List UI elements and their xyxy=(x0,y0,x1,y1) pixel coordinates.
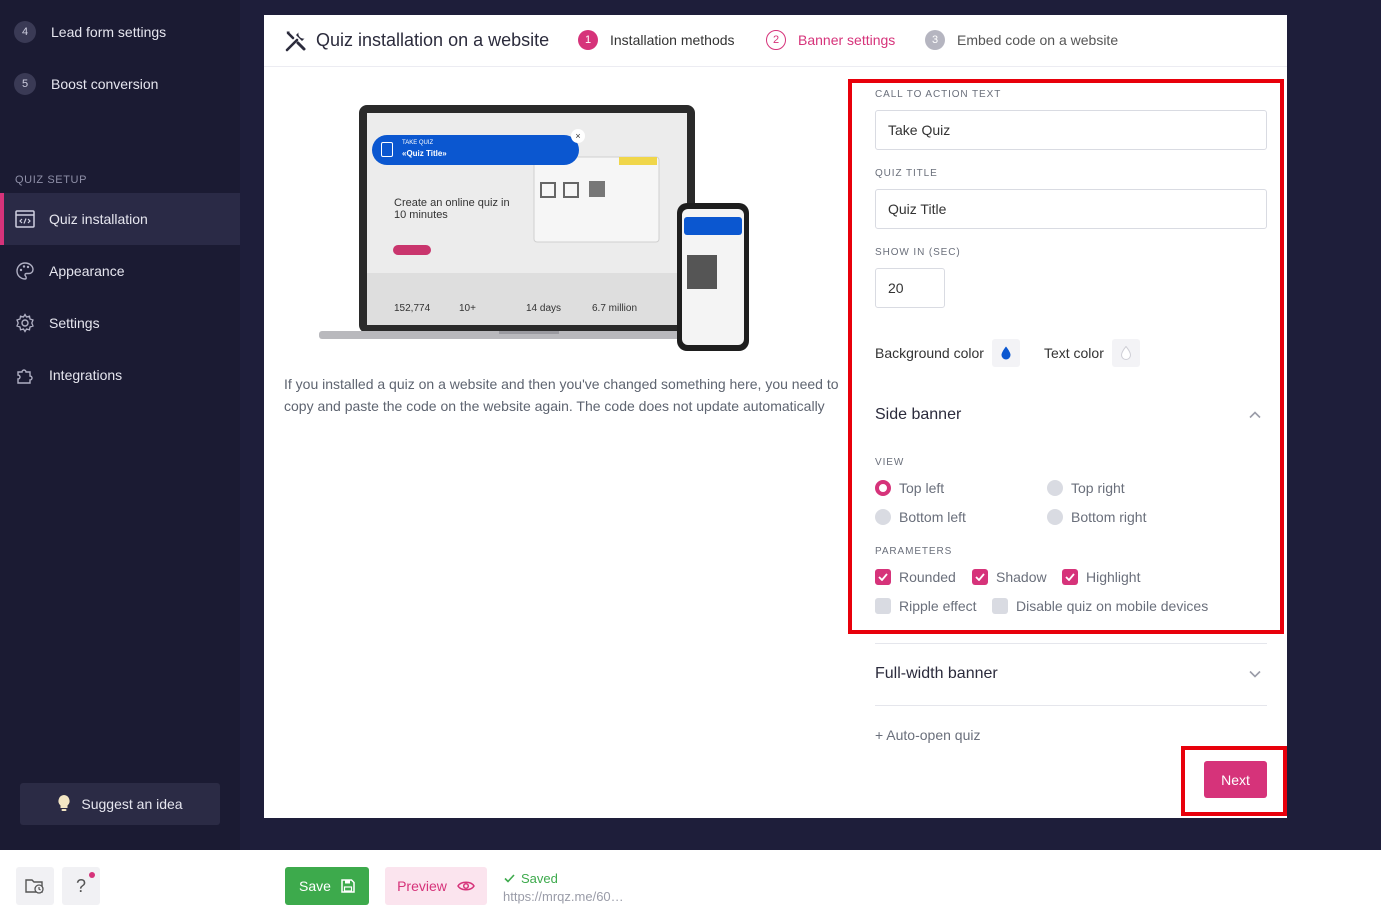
step-label: Banner settings xyxy=(798,32,896,48)
sidebar-item-appearance[interactable]: Appearance xyxy=(0,245,240,297)
gear-icon xyxy=(15,313,35,333)
bottom-bar: ? Save Preview Saved https://mrqz.me/60… xyxy=(0,850,1381,906)
sidebar: 4 Lead form settings 5 Boost conversion … xyxy=(0,0,240,850)
sidebar-section-label: QUIZ SETUP xyxy=(15,174,88,186)
step-installation-methods[interactable]: 1 Installation methods xyxy=(578,30,735,50)
preview-banner-title: «Quiz Title» xyxy=(402,149,447,158)
step-number: 1 xyxy=(578,30,598,50)
main-card: Quiz installation on a website 1 Install… xyxy=(264,15,1287,818)
palette-icon xyxy=(15,261,35,281)
preview-stat: 10+ xyxy=(459,303,476,314)
auto-open-quiz-link[interactable]: + Auto-open quiz xyxy=(875,727,980,743)
puzzle-icon xyxy=(15,365,35,385)
floppy-disk-icon xyxy=(341,879,355,893)
code-window-icon xyxy=(15,209,35,229)
preview-banner: TAKE QUIZ «Quiz Title» × xyxy=(372,129,585,165)
sidebar-item-label: Settings xyxy=(49,315,100,331)
save-button[interactable]: Save xyxy=(285,867,369,905)
preview-stat: 14 days xyxy=(526,303,562,314)
preview-label: Preview xyxy=(397,878,447,894)
close-icon: × xyxy=(571,129,585,143)
lightbulb-icon xyxy=(57,794,71,815)
full-width-banner-title[interactable]: Full-width banner xyxy=(875,665,998,683)
step-number: 3 xyxy=(925,30,945,50)
sidebar-item-quiz-installation[interactable]: Quiz installation xyxy=(0,193,240,245)
highlight-box-form xyxy=(848,79,1284,634)
suggest-idea-label: Suggest an idea xyxy=(81,796,183,812)
info-note: If you installed a quiz on a website and… xyxy=(284,376,839,414)
sidebar-step-label: Lead form settings xyxy=(51,24,167,40)
help-button[interactable]: ? xyxy=(62,867,100,905)
sidebar-item-label: Quiz installation xyxy=(49,211,148,227)
card-header: Quiz installation on a website 1 Install… xyxy=(264,15,1287,67)
preview-hero-text: Create an online quiz in 10 minutes xyxy=(394,197,510,221)
banner-preview-illustration: TAKE QUIZ «Quiz Title» × Create an onlin… xyxy=(319,105,759,355)
preview-banner-small-text: TAKE QUIZ xyxy=(402,140,434,146)
saved-status: Saved xyxy=(504,871,558,886)
step-label: Installation methods xyxy=(610,32,735,48)
divider xyxy=(875,705,1267,706)
sidebar-step-label: Boost conversion xyxy=(51,76,159,92)
step-number: 2 xyxy=(766,30,786,50)
divider xyxy=(875,643,1267,644)
checkmark-icon xyxy=(504,874,515,883)
next-button[interactable]: Next xyxy=(1204,761,1267,798)
eye-icon xyxy=(457,881,475,891)
step-embed-code[interactable]: 3 Embed code on a website xyxy=(925,30,1118,50)
tools-icon xyxy=(284,29,308,53)
quiz-url-link[interactable]: https://mrqz.me/60… xyxy=(503,889,624,904)
sidebar-item-label: Appearance xyxy=(49,263,125,279)
notification-dot xyxy=(89,872,95,878)
sidebar-item-integrations[interactable]: Integrations xyxy=(0,349,240,401)
preview-stat: 6.7 million xyxy=(592,303,638,314)
save-label: Save xyxy=(299,878,331,894)
suggest-idea-button[interactable]: Suggest an idea xyxy=(20,783,220,825)
step-number: 4 xyxy=(14,21,36,43)
step-banner-settings[interactable]: 2 Banner settings xyxy=(766,30,895,50)
chevron-down-icon[interactable] xyxy=(1248,667,1262,681)
preview-stat: 152,774 xyxy=(394,303,431,314)
history-button[interactable] xyxy=(16,867,54,905)
sidebar-step-boost[interactable]: 5 Boost conversion xyxy=(14,72,158,96)
saved-label: Saved xyxy=(521,871,558,886)
help-label: ? xyxy=(75,875,86,896)
preview-button[interactable]: Preview xyxy=(385,867,487,905)
form-icon xyxy=(381,142,393,157)
sidebar-step-lead-form[interactable]: 4 Lead form settings xyxy=(14,20,166,44)
step-number: 5 xyxy=(14,73,36,95)
sidebar-item-label: Integrations xyxy=(49,367,123,383)
page-title: Quiz installation on a website xyxy=(316,30,550,50)
sidebar-item-settings[interactable]: Settings xyxy=(0,297,240,349)
step-label: Embed code on a website xyxy=(957,32,1119,48)
folder-clock-icon xyxy=(25,879,44,894)
